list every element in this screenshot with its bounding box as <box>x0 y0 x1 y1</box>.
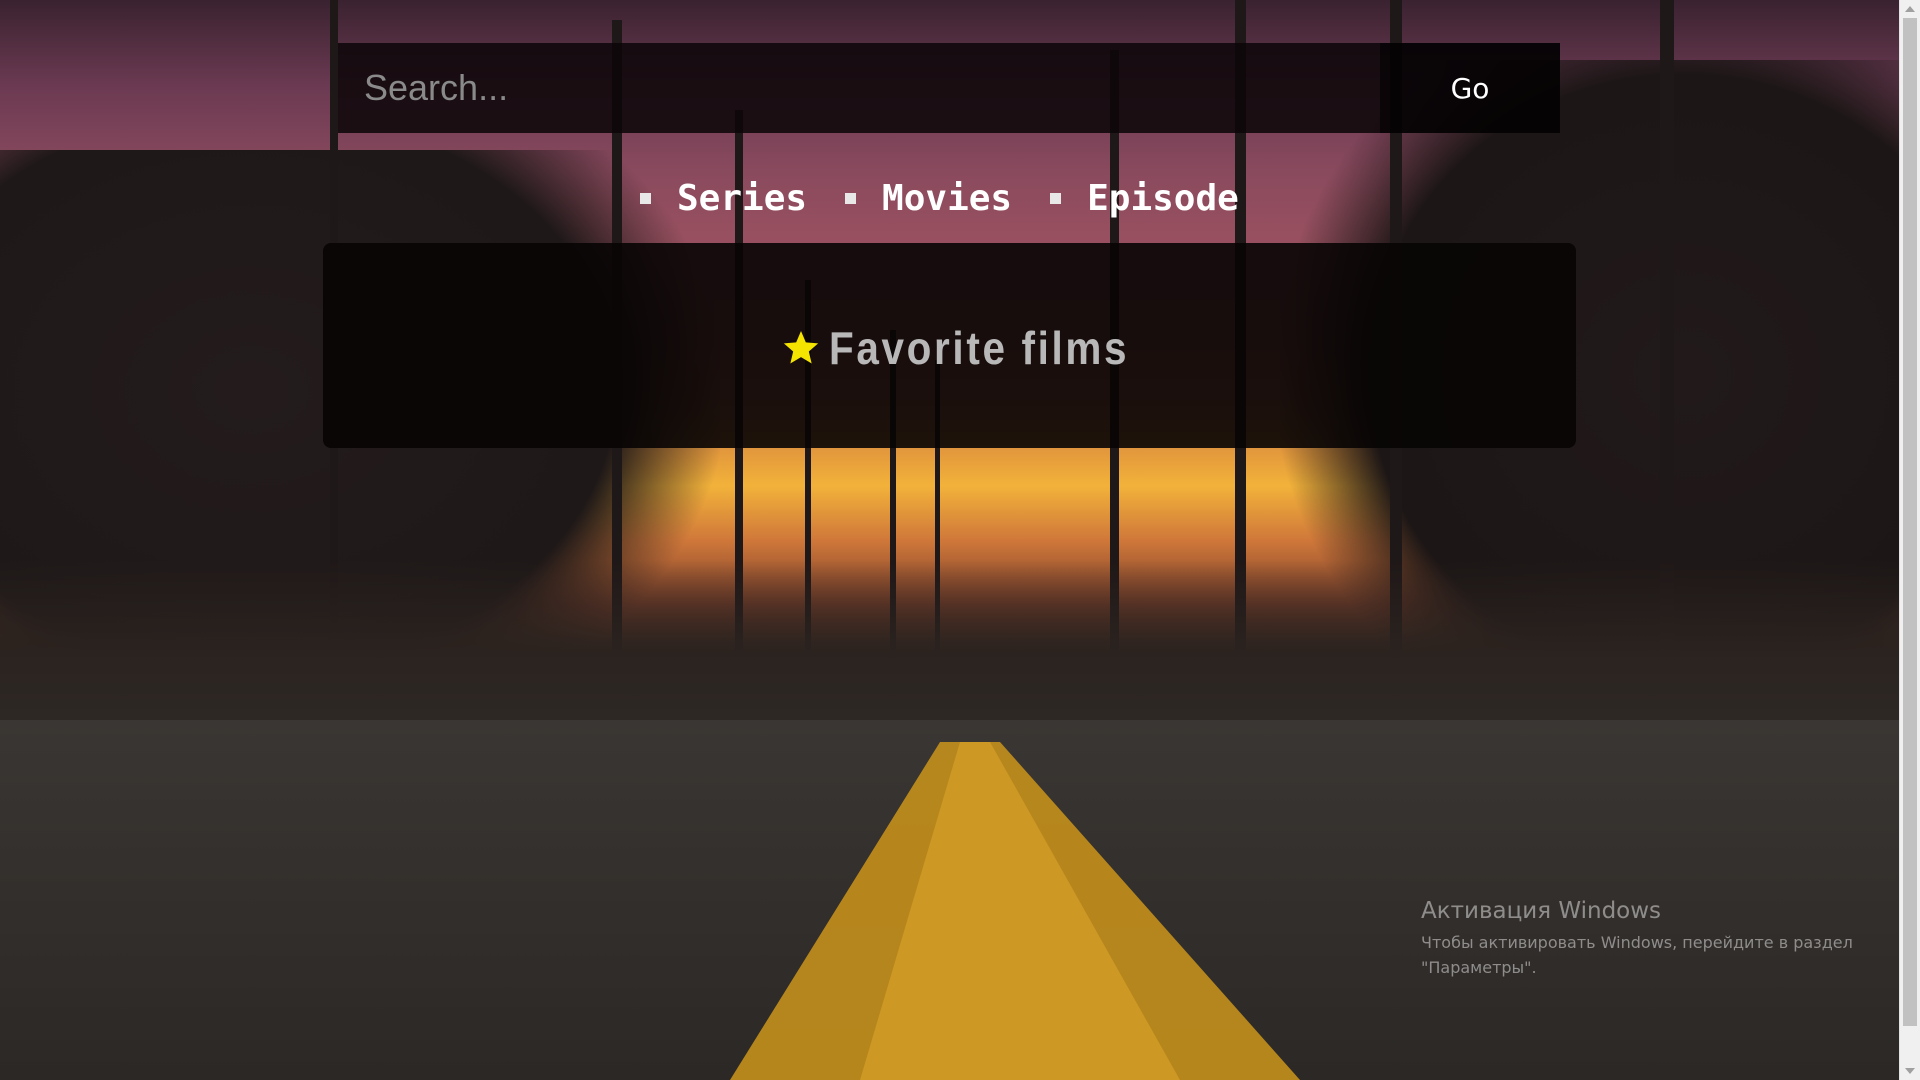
search-bar: Go <box>338 43 1560 133</box>
favorites-heading[interactable]: Favorite films <box>781 321 1170 375</box>
scroll-up-arrow-icon[interactable] <box>1905 6 1915 12</box>
favorites-title: Favorite films <box>829 322 1130 374</box>
scroll-down-arrow-icon[interactable] <box>1905 1068 1915 1074</box>
star-icon <box>783 331 819 364</box>
background-scene: Go Series Movies Episode Favorite films … <box>0 0 1900 1080</box>
watermark-text: Чтобы активировать Windows, перейдите в … <box>1421 933 1853 977</box>
search-input[interactable] <box>338 43 1380 133</box>
square-bullet-icon <box>1050 192 1062 204</box>
square-bullet-icon <box>640 192 651 204</box>
nav-label: Movies <box>882 177 1013 219</box>
windows-activation-watermark: Активация Windows Чтобы активировать Win… <box>1421 898 1881 980</box>
favorites-panel: Favorite films <box>323 243 1576 448</box>
nav-item-series[interactable]: Series <box>640 178 807 219</box>
scrollbar-thumb[interactable] <box>1903 18 1917 1026</box>
nav-item-movies[interactable]: Movies <box>845 178 1012 219</box>
watermark-title: Активация Windows <box>1421 898 1662 924</box>
go-button[interactable]: Go <box>1380 43 1560 133</box>
category-nav: Series Movies Episode <box>640 170 1280 226</box>
square-bullet-icon <box>845 192 857 204</box>
nav-label: Series <box>677 177 808 219</box>
vertical-scrollbar[interactable] <box>1899 0 1920 1080</box>
nav-item-episode[interactable]: Episode <box>1050 178 1239 219</box>
nav-label: Episode <box>1087 177 1239 219</box>
